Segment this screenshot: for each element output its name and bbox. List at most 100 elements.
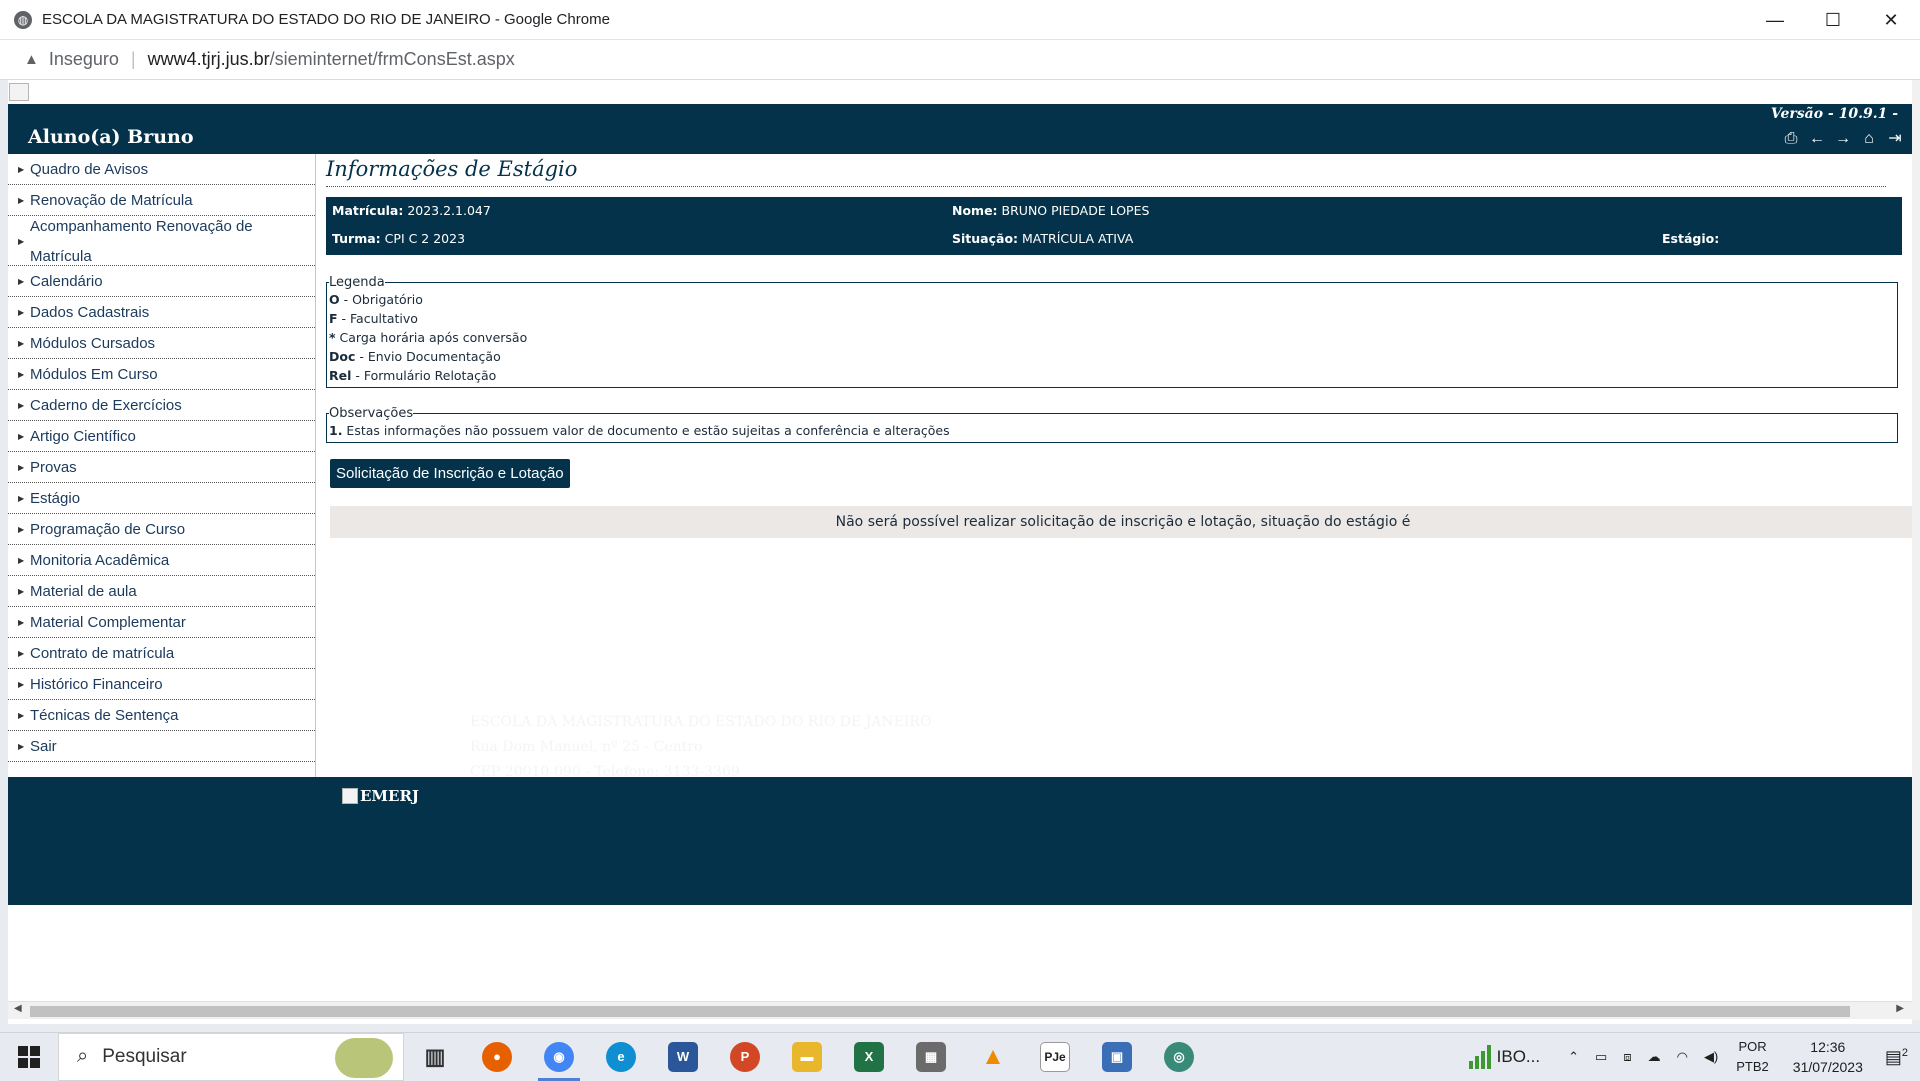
window-titlebar: ◍ ESCOLA DA MAGISTRATURA DO ESTADO DO RI… (0, 0, 1920, 40)
security-label[interactable]: Inseguro (49, 49, 119, 70)
close-button[interactable]: ✕ (1862, 0, 1920, 40)
institution-address: ESCOLA DA MAGISTRATURA DO ESTADO DO RIO … (470, 710, 931, 785)
legenda-text: - Envio Documentação (355, 349, 501, 364)
network-app-icon[interactable]: ◎ (1148, 1033, 1210, 1081)
sidebar-item-material-complementar[interactable]: ▶ Material Complementar (8, 607, 315, 638)
sidebar-item-provas[interactable]: ▶ Provas (8, 452, 315, 483)
horizontal-scrollbar[interactable]: ◀ ▶ (8, 1001, 1912, 1019)
sidebar-item-label: Calendário (30, 272, 103, 290)
word-icon[interactable]: W (652, 1033, 714, 1081)
powerpoint-icon[interactable]: P (714, 1033, 776, 1081)
chevron-up-icon[interactable]: ⌃ (1568, 1049, 1579, 1065)
calculator-icon[interactable]: ▦ (900, 1033, 962, 1081)
caret-right-icon: ▶ (18, 617, 25, 627)
legenda-row: Doc - Envio Documentação (329, 347, 1895, 366)
sidebar-item-quadro-de-avisos[interactable]: ▶ Quadro de Avisos (8, 154, 315, 185)
sidebar-item-label: Estágio (30, 489, 81, 507)
caret-right-icon: ▶ (18, 493, 25, 503)
matricula-value: 2023.2.1.047 (407, 203, 491, 218)
sidebar-item-monitoria-academica[interactable]: ▶ Monitoria Acadêmica (8, 545, 315, 576)
sidebar-item-material-aula[interactable]: ▶ Material de aula (8, 576, 315, 607)
sidebar-menu: ▶ Quadro de Avisos ▶ Renovação de Matrícul… (8, 154, 316, 777)
sidebar-item-artigo-cientifico[interactable]: ▶ Artigo Científico (8, 421, 315, 452)
nome-field: Nome: BRUNO PIEDADE LOPES (952, 203, 1149, 218)
logo-alt-text: EMERJ (360, 787, 420, 805)
sidebar-item-estagio[interactable]: ▶ Estágio (8, 483, 315, 514)
caret-right-icon: ▶ (18, 710, 25, 720)
system-tray: IBO... ⌃ ▭ ⧈ ☁ ◠ ◀) POR PTB2 12:36 31/07… (1468, 1033, 1920, 1081)
clock-date: 31/07/2023 (1792, 1059, 1863, 1075)
sidebar-item-contrato-matricula[interactable]: ▶ Contrato de matrícula (8, 638, 315, 669)
caret-right-icon: ▶ (18, 431, 25, 441)
chrome-icon[interactable]: ◉ (528, 1033, 590, 1081)
edge-icon[interactable]: e (590, 1033, 652, 1081)
sidebar-item-tecnicas-sentenca[interactable]: ▶ Técnicas de Sentença (8, 700, 315, 731)
remote-desktop-icon[interactable]: ▣ (1086, 1033, 1148, 1081)
main-content: Informações de Estágio Matrícula: 2023.2… (326, 154, 1912, 538)
sidebar-item-sair[interactable]: ▶ Sair (8, 731, 315, 762)
task-view-icon[interactable]: ▥ (404, 1033, 466, 1081)
estagio-field: Estágio: (1662, 231, 1719, 246)
ibo-app[interactable]: IBO... (1468, 1045, 1540, 1069)
sidebar-item-calendario[interactable]: ▶ Calendário (8, 266, 315, 297)
matricula-field: Matrícula: 2023.2.1.047 (332, 203, 491, 218)
cloud-icon[interactable]: ☁ (1648, 1049, 1661, 1065)
sidebar-item-dados-cadastrais[interactable]: ▶ Dados Cadastrais (8, 297, 315, 328)
caret-right-icon: ▶ (18, 307, 25, 317)
solicitacao-inscricao-button[interactable]: Solicitação de Inscrição e Lotação (330, 459, 570, 488)
sidebar-item-label: Monitoria Acadêmica (30, 551, 170, 569)
sidebar-item-modulos-em-curso[interactable]: ▶ Módulos Em Curso (8, 359, 315, 390)
sidebar-item-label: Histórico Financeiro (30, 675, 163, 693)
taskbar-search[interactable]: ⌕ Pesquisar (58, 1032, 404, 1081)
address-bar[interactable]: ▲ Inseguro | www4.tjrj.jus.br/siemintern… (0, 40, 1920, 80)
sidebar-item-acompanhamento-renovacao[interactable]: ▶ Acompanhamento Renovação de Matrícula (8, 216, 315, 266)
emerj-logo: EMERJ (342, 787, 419, 805)
vertical-scrollbar[interactable] (1912, 80, 1920, 1020)
sidebar-item-modulos-cursados[interactable]: ▶ Módulos Cursados (8, 328, 315, 359)
situacao-label: Situação: (952, 231, 1019, 246)
language-code: POR (1738, 1039, 1767, 1054)
start-button[interactable] (0, 1033, 58, 1081)
logout-icon[interactable]: ⇥ (1886, 130, 1904, 148)
scroll-left-icon[interactable]: ◀ (14, 1003, 22, 1014)
print-icon[interactable]: ⎙ (1782, 130, 1800, 148)
forward-arrow-icon[interactable]: → (1834, 130, 1852, 148)
minimize-button[interactable]: — (1746, 0, 1804, 40)
warning-icon[interactable]: ▲ (24, 51, 39, 68)
scrollbar-thumb[interactable] (30, 1006, 1850, 1017)
search-highlight-image (335, 1037, 393, 1078)
device-icon[interactable]: ⧈ (1623, 1049, 1631, 1065)
back-arrow-icon[interactable]: ← (1808, 130, 1826, 148)
vlc-icon[interactable]: ▲ (962, 1033, 1024, 1081)
caret-right-icon: ▶ (18, 369, 25, 379)
battery-icon[interactable]: ▭ (1595, 1049, 1607, 1065)
pje-icon[interactable]: PJe (1024, 1033, 1086, 1081)
estagio-label: Estágio: (1662, 231, 1720, 246)
scroll-right-icon[interactable]: ▶ (1896, 1003, 1904, 1014)
sidebar-item-historico-financeiro[interactable]: ▶ Histórico Financeiro (8, 669, 315, 700)
observacao-key: 1. (329, 423, 343, 438)
sidebar-item-label: Provas (30, 458, 77, 476)
wifi-icon[interactable]: ◠ (1677, 1049, 1688, 1065)
home-icon[interactable]: ⌂ (1860, 130, 1878, 148)
search-placeholder: Pesquisar (102, 1045, 187, 1067)
turma-field: Turma: CPI C 2 2023 (332, 231, 465, 246)
address-line: ESCOLA DA MAGISTRATURA DO ESTADO DO RIO … (470, 714, 932, 730)
sidebar-item-label: Programação de Curso (30, 520, 186, 538)
sidebar-item-label: Material de aula (30, 582, 137, 600)
sidebar-item-caderno-exercicios[interactable]: ▶ Caderno de Exercícios (8, 390, 315, 421)
globe-icon: ◍ (14, 10, 32, 29)
sidebar-item-label: Módulos Em Curso (30, 365, 158, 383)
speaker-icon[interactable]: ◀) (1704, 1049, 1718, 1065)
url-text[interactable]: www4.tjrj.jus.br/sieminternet/frmConsEst… (148, 49, 515, 70)
clock-time: 12:36 (1810, 1039, 1846, 1055)
excel-icon[interactable]: X (838, 1033, 900, 1081)
maximize-button[interactable]: ☐ (1804, 0, 1862, 40)
file-explorer-icon[interactable]: ▬ (776, 1033, 838, 1081)
firefox-icon[interactable]: ● (466, 1033, 528, 1081)
clock[interactable]: 12:36 31/07/2023 (1793, 1037, 1863, 1077)
language-indicator[interactable]: POR PTB2 (1736, 1037, 1769, 1077)
notification-icon[interactable]: ▤2 (1885, 1047, 1908, 1068)
legenda-key: Doc (329, 349, 356, 364)
sidebar-item-programacao-curso[interactable]: ▶ Programação de Curso (8, 514, 315, 545)
